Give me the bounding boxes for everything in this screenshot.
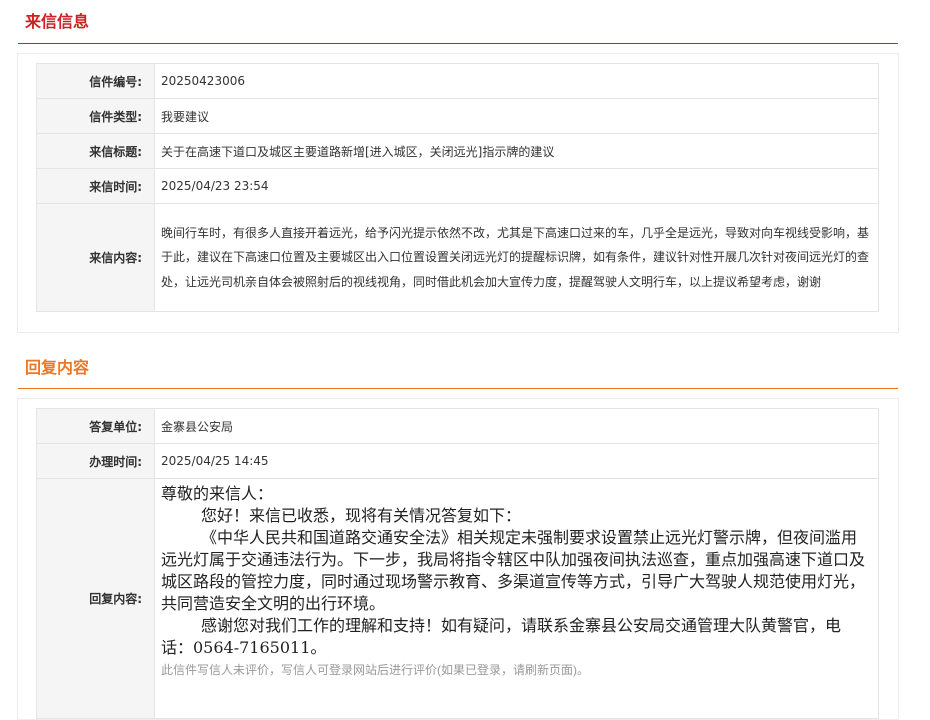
reply-panel: 答复单位: 金寨县公安局 办理时间: 2025/04/25 14:45 回复内容… bbox=[17, 398, 899, 720]
reply-table: 答复单位: 金寨县公安局 办理时间: 2025/04/25 14:45 回复内容… bbox=[36, 408, 879, 719]
reply-content-cell: 尊敬的来信人： 您好！来信已收悉，现将有关情况答复如下： 《中华人民共和国道路交… bbox=[154, 478, 879, 719]
table-row: 来信标题: 关于在高速下道口及城区主要道路新增[进入城区，关闭远光]指示牌的建议 bbox=[36, 133, 879, 169]
reply-unit-label: 答复单位: bbox=[36, 408, 155, 444]
letter-info-panel: 信件编号: 20250423006 信件类型: 我要建议 来信标题: 关于在高速… bbox=[17, 53, 899, 333]
table-row: 信件编号: 20250423006 bbox=[36, 63, 879, 99]
table-row: 办理时间: 2025/04/25 14:45 bbox=[36, 443, 879, 479]
table-row: 答复单位: 金寨县公安局 bbox=[36, 408, 879, 444]
letter-type-value: 我要建议 bbox=[154, 98, 879, 134]
handle-time-label: 办理时间: bbox=[36, 443, 155, 479]
letter-number-value: 20250423006 bbox=[154, 63, 879, 99]
letter-type-label: 信件类型: bbox=[36, 98, 155, 134]
handle-time-value: 2025/04/25 14:45 bbox=[154, 443, 879, 479]
table-row: 信件类型: 我要建议 bbox=[36, 98, 879, 134]
reply-paragraph: 《中华人民共和国道路交通安全法》相关规定未强制要求设置禁止远光灯警示牌，但夜间滥… bbox=[161, 528, 866, 613]
evaluation-note: 此信件写信人未评价，写信人可登录网站后进行评价(如果已登录，请刷新页面)。 bbox=[161, 663, 589, 677]
reply-body: 尊敬的来信人： 您好！来信已收悉，现将有关情况答复如下： 《中华人民共和国道路交… bbox=[155, 479, 878, 679]
letter-section-title: 来信信息 bbox=[25, 12, 90, 31]
reply-section-title: 回复内容 bbox=[25, 358, 90, 377]
reply-section-divider bbox=[18, 388, 898, 389]
reply-paragraph: 感谢您对我们工作的理解和支持！如有疑问，请联系金寨县公安局交通管理大队黄警官，电… bbox=[161, 616, 842, 657]
reply-unit-value: 金寨县公安局 bbox=[154, 408, 879, 444]
reply-salutation: 尊敬的来信人： bbox=[161, 484, 274, 503]
table-row: 来信时间: 2025/04/23 23:54 bbox=[36, 168, 879, 204]
reply-content-label: 回复内容: bbox=[36, 478, 155, 719]
reply-paragraph: 您好！来信已收悉，现将有关情况答复如下： bbox=[201, 506, 522, 525]
letter-content-value: 晚间行车时，有很多人直接开着远光，给予闪光提示依然不改，尤其是下高速口过来的车，… bbox=[154, 203, 879, 312]
letter-subject-value: 关于在高速下道口及城区主要道路新增[进入城区，关闭远光]指示牌的建议 bbox=[154, 133, 879, 169]
letter-time-label: 来信时间: bbox=[36, 168, 155, 204]
letter-info-table: 信件编号: 20250423006 信件类型: 我要建议 来信标题: 关于在高速… bbox=[36, 63, 879, 312]
letter-time-value: 2025/04/23 23:54 bbox=[154, 168, 879, 204]
table-row: 回复内容: 尊敬的来信人： 您好！来信已收悉，现将有关情况答复如下： 《中华人民… bbox=[36, 478, 879, 719]
letter-section-divider bbox=[18, 43, 898, 44]
letter-number-label: 信件编号: bbox=[36, 63, 155, 99]
letter-content-label: 来信内容: bbox=[36, 203, 155, 312]
letter-subject-label: 来信标题: bbox=[36, 133, 155, 169]
table-row: 来信内容: 晚间行车时，有很多人直接开着远光，给予闪光提示依然不改，尤其是下高速… bbox=[36, 203, 879, 312]
